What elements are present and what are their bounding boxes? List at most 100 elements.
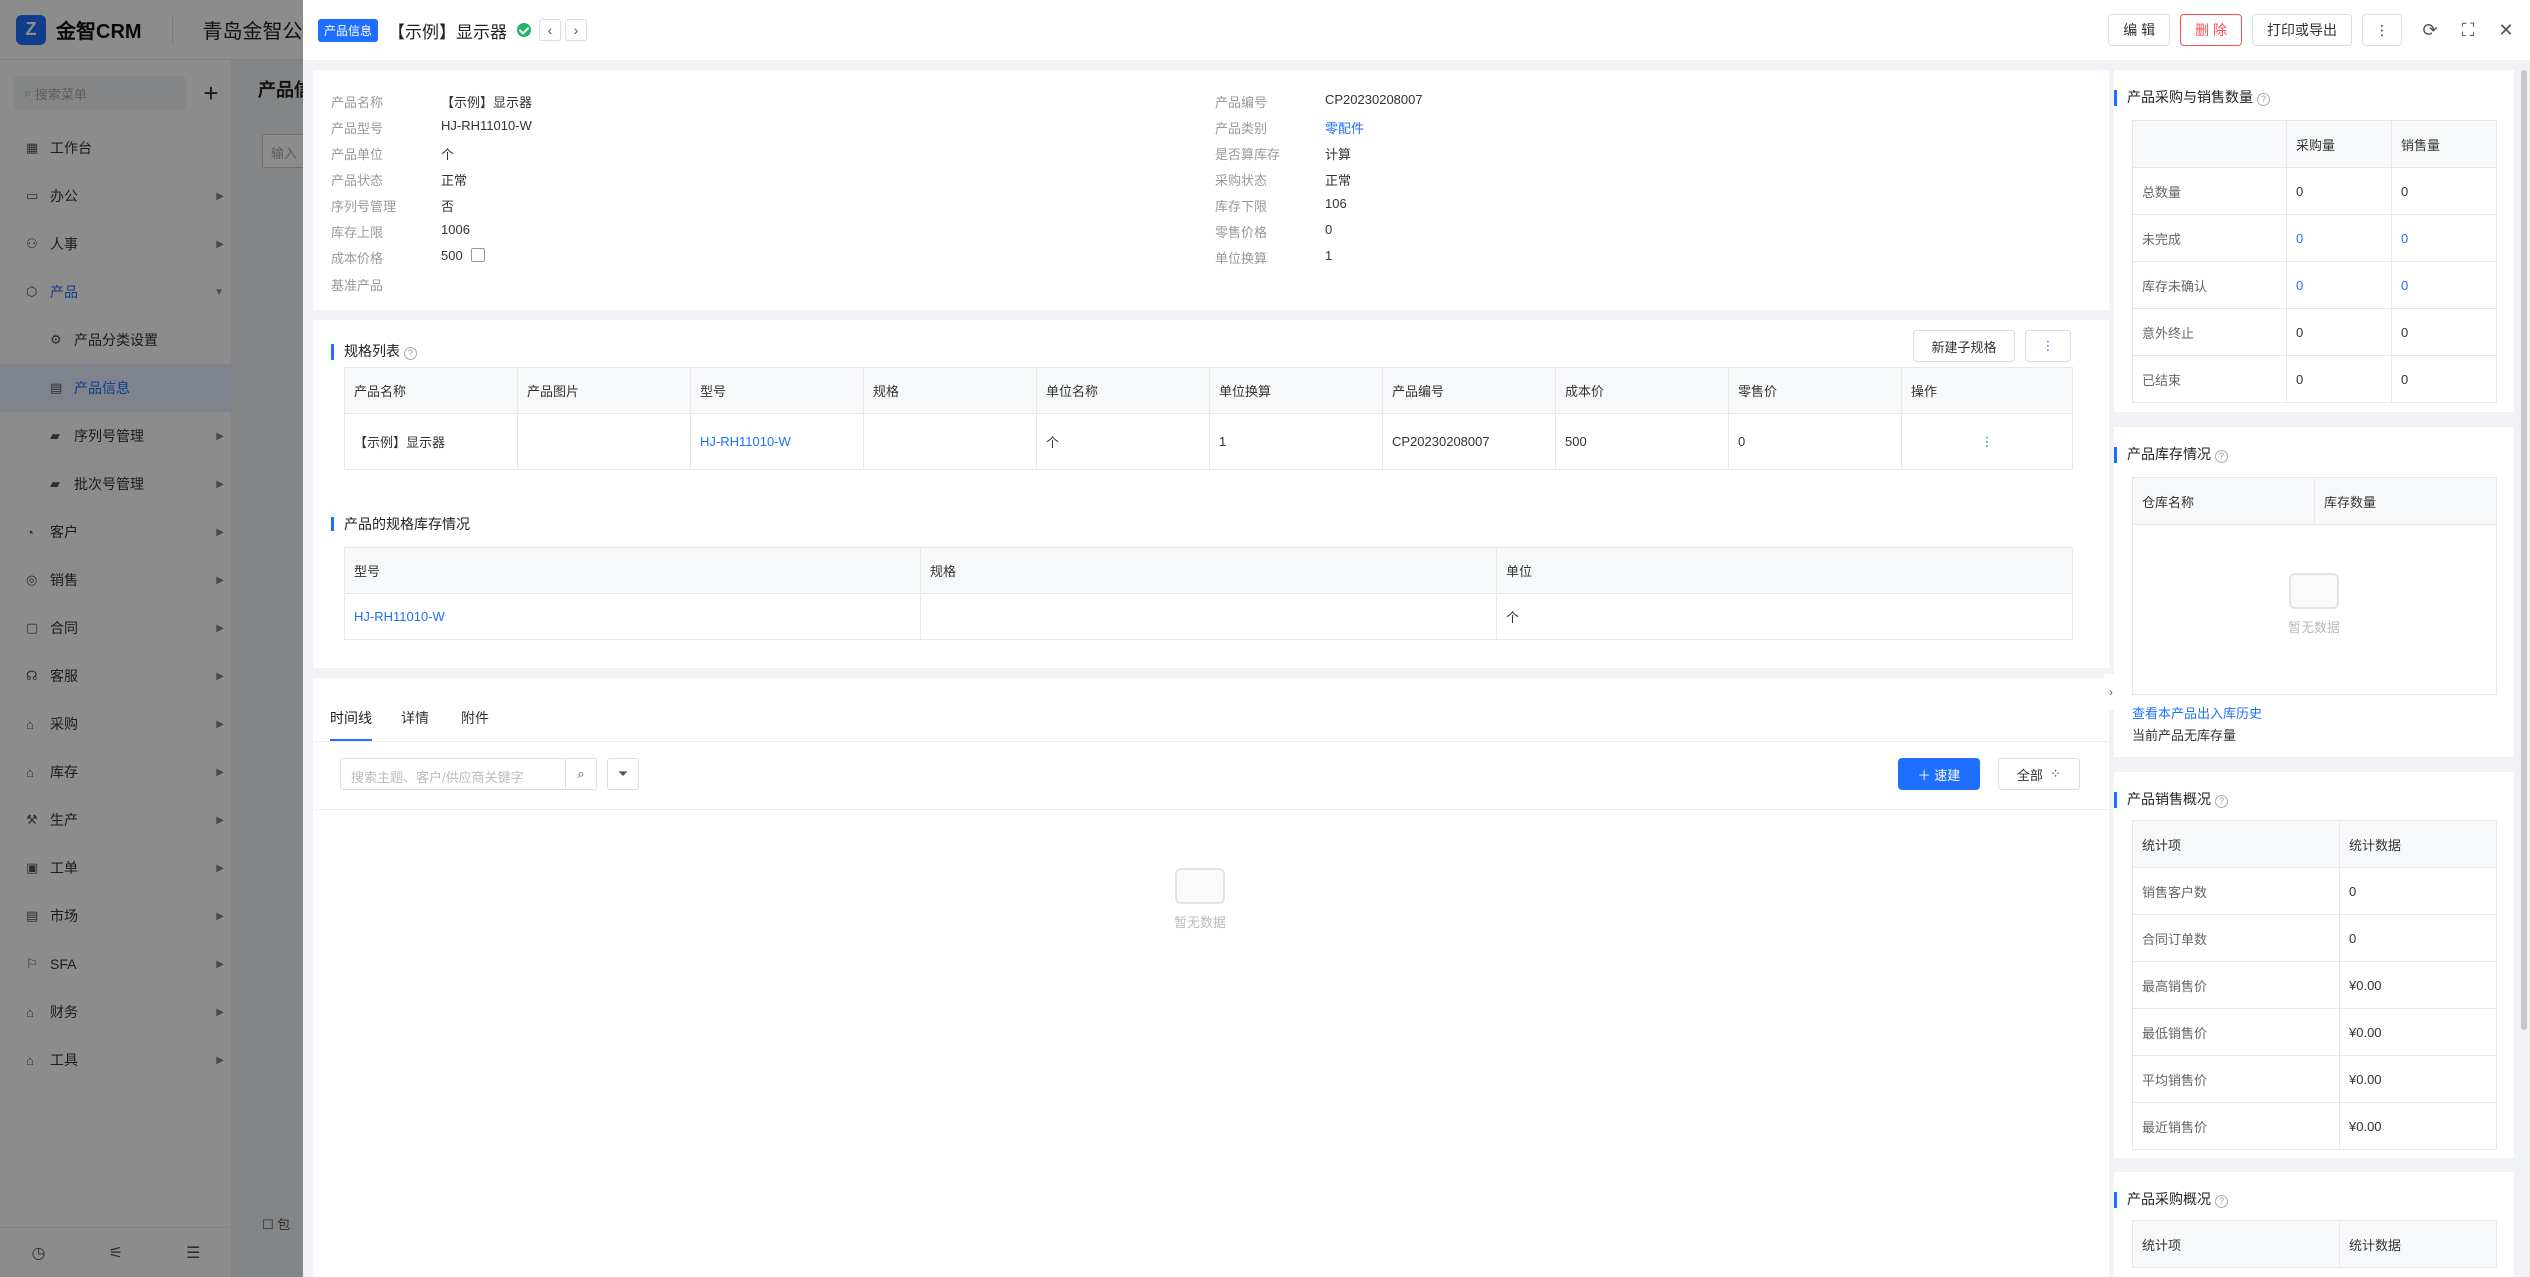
- section-title-text: 规格列表: [344, 343, 400, 359]
- help-icon[interactable]: ?: [2215, 795, 2228, 808]
- purchase-sales-table: 采购量 销售量 总数量 0 0 未完成 0 0 库存未确认 0 0 意外终止 0 0 已结束 0 0: [2132, 120, 2497, 403]
- section-title: 产品采购与销售数量?: [2114, 90, 2270, 106]
- table-header-row: 仓库名称 库存数量: [2132, 477, 2497, 525]
- row-actions-icon[interactable]: ⋮: [1901, 413, 2073, 470]
- info-key: 基准产品: [331, 278, 384, 293]
- next-icon[interactable]: ›: [565, 19, 588, 41]
- grid-icon: ⁘: [2050, 766, 2062, 781]
- filter-icon[interactable]: ⏷: [607, 758, 639, 790]
- info-key: 产品类别: [1215, 121, 1268, 136]
- purchase-value-link[interactable]: 0: [2286, 261, 2392, 309]
- edit-button[interactable]: 编 辑: [2108, 14, 2171, 46]
- row-value: ¥0.00: [2339, 961, 2497, 1009]
- spec-more-button[interactable]: ⋮: [2025, 330, 2071, 362]
- tab-details[interactable]: 详情: [401, 708, 429, 728]
- scrollbar[interactable]: [2521, 70, 2527, 1030]
- column-header: 统计项: [2132, 820, 2340, 868]
- category-link[interactable]: 零配件: [1325, 118, 1364, 137]
- column-header: 仓库名称: [2132, 477, 2315, 525]
- row-label: 合同订单数: [2132, 914, 2340, 962]
- sales-value: 0: [2391, 167, 2497, 215]
- delete-button[interactable]: 删 除: [2180, 14, 2242, 46]
- all-filter-button[interactable]: 全部 ⁘: [1998, 758, 2080, 790]
- spec-list-card: 规格列表? 新建子规格 ⋮ 产品名称 产品图片 型号 规格 单位名称 单位换算 …: [313, 320, 2109, 668]
- row-value: 0: [2339, 867, 2497, 915]
- cell-product-name: 【示例】显示器: [344, 413, 518, 470]
- column-header: 规格: [920, 547, 1497, 594]
- calculator-icon[interactable]: [470, 248, 485, 262]
- table-header-row: 采购量 销售量: [2132, 120, 2497, 168]
- help-icon[interactable]: ?: [2215, 1195, 2228, 1208]
- table-row: 销售客户数 0: [2132, 867, 2497, 915]
- sales-overview-table: 统计项 统计数据 销售客户数 0 合同订单数 0 最高销售价 ¥0.00 最低销售价 ¥…: [2132, 820, 2497, 1150]
- column-header: 统计数据: [2339, 820, 2497, 868]
- info-row: 采购状态 正常: [1215, 170, 1351, 189]
- table-row: 最低销售价 ¥0.00: [2132, 1008, 2497, 1056]
- purchase-sales-card: 产品采购与销售数量? 采购量 销售量 总数量 0 0 未完成 0 0 库存未确认 0 0 意…: [2114, 70, 2514, 412]
- new-sub-spec-button[interactable]: 新建子规格: [1913, 330, 2015, 362]
- tab-timeline[interactable]: 时间线: [330, 708, 372, 728]
- info-row: 序列号管理 否: [331, 196, 454, 215]
- empty-text: 暂无数据: [1173, 915, 1226, 930]
- column-header: 零售价: [1728, 367, 1902, 414]
- info-key: 采购状态: [1215, 173, 1268, 188]
- info-value: 0: [1325, 222, 1333, 237]
- row-label: 意外终止: [2132, 308, 2287, 356]
- info-row: 单位换算 1: [1215, 248, 1332, 267]
- purchase-value-link[interactable]: 0: [2286, 214, 2392, 262]
- cell-model-link[interactable]: HJ-RH11010-W: [344, 593, 921, 640]
- product-info-card: 产品名称 【示例】显示器 产品型号 HJ-RH11010-W 产品单位 个 产品状态 正…: [313, 70, 2109, 310]
- cell-spec: [920, 593, 1497, 640]
- info-row: 是否算库存 计算: [1215, 144, 1351, 163]
- row-value: ¥0.00: [2339, 1008, 2497, 1056]
- column-header: [2132, 120, 2287, 168]
- info-value: 正常: [441, 173, 468, 188]
- cell-cost: 500: [1555, 413, 1729, 470]
- info-value: HJ-RH11010-W: [441, 118, 532, 133]
- timeline-search-input[interactable]: 搜索主题、客户/供应商关键字: [340, 758, 566, 790]
- table-row: 总数量 0 0: [2132, 167, 2497, 215]
- cell-unit: 个: [1496, 593, 2073, 640]
- column-header: 成本价: [1555, 367, 1729, 414]
- search-icon[interactable]: ⌕: [565, 758, 597, 790]
- sales-value: 0: [2391, 308, 2497, 356]
- sales-value-link[interactable]: 0: [2391, 261, 2497, 309]
- sales-value-link[interactable]: 0: [2391, 214, 2497, 262]
- section-title-text: 产品库存情况: [2127, 446, 2211, 462]
- section-title: 产品采购概况?: [2114, 1192, 2228, 1208]
- column-header: 统计数据: [2339, 1220, 2497, 1268]
- stock-history-link[interactable]: 查看本产品出入库历史: [2132, 703, 2262, 722]
- quick-create-button[interactable]: ＋ 速建: [1898, 758, 1980, 790]
- info-row: 产品状态 正常: [331, 170, 467, 189]
- table-header-row: 统计项 统计数据: [2132, 1220, 2497, 1268]
- cell-retail: 0: [1728, 413, 1902, 470]
- prev-icon[interactable]: ‹: [539, 19, 562, 41]
- empty-text: 暂无数据: [2287, 620, 2340, 635]
- inventory-card: 产品库存情况? 仓库名称 库存数量 暂无数据 查看本产品出入库历史 当前产品无库…: [2114, 427, 2514, 757]
- column-header: 产品名称: [344, 367, 518, 414]
- type-tag: 产品信息: [318, 18, 379, 42]
- info-row: 基准产品: [331, 275, 441, 294]
- close-icon[interactable]: ✕: [2496, 20, 2516, 41]
- table-header-row: 型号 规格 单位: [344, 547, 2073, 594]
- print-export-button[interactable]: 打印或导出: [2252, 14, 2352, 46]
- cell-product-image: [517, 413, 691, 470]
- cell-model-link[interactable]: HJ-RH11010-W: [690, 413, 864, 470]
- purchase-overview-table: 统计项 统计数据: [2132, 1220, 2497, 1268]
- row-value: ¥0.00: [2339, 1102, 2497, 1150]
- all-filter-label: 全部: [2016, 767, 2043, 783]
- help-icon[interactable]: ?: [2257, 93, 2270, 106]
- refresh-icon[interactable]: ⟳: [2420, 20, 2440, 41]
- help-icon[interactable]: ?: [404, 347, 417, 360]
- info-row: 库存下限 106: [1215, 196, 1347, 215]
- fullscreen-icon[interactable]: ⛶: [2458, 20, 2478, 41]
- help-icon[interactable]: ?: [2215, 450, 2228, 463]
- more-button[interactable]: ⋮: [2362, 14, 2402, 46]
- row-label: 销售客户数: [2132, 867, 2340, 915]
- section-title: 规格列表?: [331, 344, 417, 360]
- tab-attachments[interactable]: 附件: [461, 708, 489, 728]
- row-label: 最低销售价: [2132, 1008, 2340, 1056]
- cell-product-code: CP20230208007: [1382, 413, 1556, 470]
- column-header: 操作: [1901, 367, 2073, 414]
- row-label: 总数量: [2132, 167, 2287, 215]
